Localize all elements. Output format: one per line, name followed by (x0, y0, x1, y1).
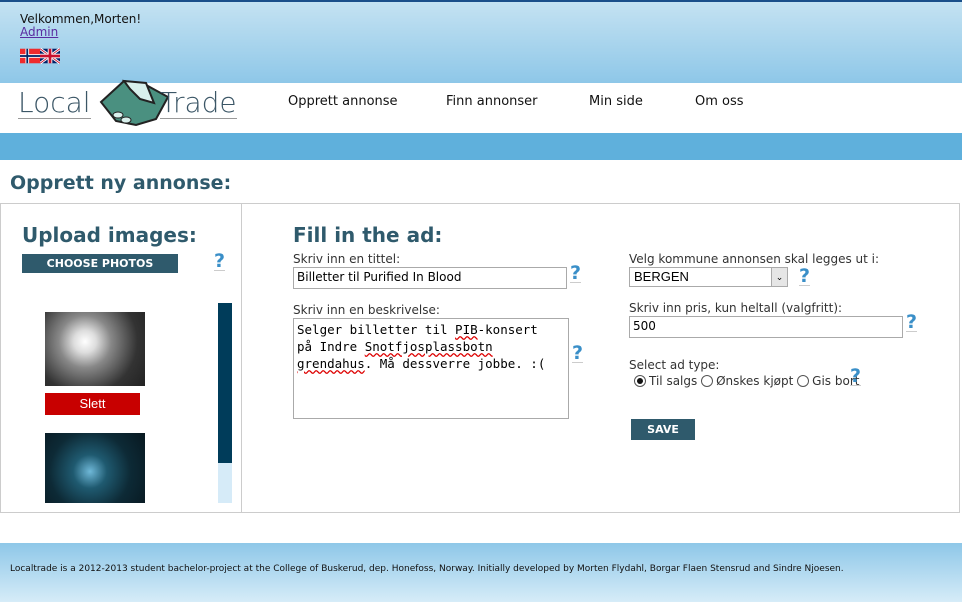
radio-button[interactable] (701, 375, 714, 387)
nav-om-oss[interactable]: Om oss (695, 94, 744, 109)
uploaded-photo-2 (45, 433, 145, 503)
description-textarea[interactable]: Selger billetter til PIB-konsert på Indr… (293, 318, 569, 419)
nav-opprett-annonse[interactable]: Opprett annonse (288, 94, 398, 109)
chevron-down-icon[interactable]: ⌄ (771, 268, 787, 286)
nav-finn-annonser[interactable]: Finn annonser (446, 94, 538, 109)
help-icon[interactable]: ? (214, 252, 226, 271)
desc-text: . Må dessverre jobbe. :( (364, 356, 546, 371)
price-label: Skriv inn pris, kun heltall (valgfritt): (629, 301, 843, 315)
top-banner: Velkommen,Morten! Admin (0, 0, 962, 83)
upload-section: Upload images: CHOOSE PHOTOS ? Slett (1, 204, 242, 512)
title-help-icon[interactable]: ? (570, 264, 582, 283)
kommune-value: BERGEN (634, 269, 689, 284)
ad-panel: Upload images: CHOOSE PHOTOS ? Slett Fil… (0, 203, 960, 513)
title-label: Skriv inn en tittel: (293, 252, 401, 266)
price-input[interactable]: 500 (629, 316, 903, 338)
ad-type-help-icon[interactable]: ? (850, 367, 862, 386)
page-title: Opprett ny annonse: (10, 172, 232, 194)
desc-text: Selger billetter til (297, 322, 456, 337)
delete-photo-button[interactable]: Slett (45, 393, 140, 415)
radio-label: Til salgs (649, 374, 698, 388)
choose-photos-button[interactable]: CHOOSE PHOTOS (22, 254, 178, 273)
radio-button[interactable] (634, 375, 646, 387)
welcome-text: Velkommen,Morten! (20, 12, 142, 26)
scrollbar-thumb[interactable] (218, 303, 232, 463)
desc-text: Snotfjosplassbotn (364, 339, 493, 354)
nav-stripe (0, 133, 962, 160)
description-help-icon[interactable]: ? (572, 344, 584, 363)
description-label: Skriv inn en beskrivelse: (293, 303, 440, 317)
kommune-select[interactable]: BERGEN ⌄ (629, 267, 788, 287)
nav-min-side[interactable]: Min side (589, 94, 643, 109)
title-input[interactable]: Billetter til Purified In Blood (293, 267, 567, 289)
radio-label: Ønskes kjøpt (716, 374, 794, 388)
price-help-icon[interactable]: ? (906, 313, 918, 332)
navbar: Local Trade Opprett annonse Finn annonse… (0, 79, 962, 133)
radio-til-salgs[interactable]: Til salgs (634, 374, 697, 388)
logo-text-trade: Trade (160, 86, 237, 119)
logo[interactable]: Local Trade (18, 79, 237, 133)
uk-flag-icon[interactable] (40, 48, 60, 64)
ad-type-label: Select ad type: (629, 358, 720, 372)
ad-type-radio-group: Til salgs Ønskes kjøpt Gis bort (634, 374, 859, 388)
desc-text: grendahus (297, 356, 365, 371)
upload-title: Upload images: (22, 223, 197, 247)
uploaded-photo-1 (45, 312, 145, 386)
admin-link[interactable]: Admin (20, 25, 58, 39)
kommune-label: Velg kommune annonsen skal legges ut i: (629, 252, 880, 266)
logo-text-local: Local (18, 86, 91, 119)
photo-scrollbar[interactable] (218, 303, 232, 503)
save-button[interactable]: SAVE (631, 419, 695, 440)
footer: Localtrade is a 2012-2013 student bachel… (0, 543, 962, 602)
radio-onskes-kjopt[interactable]: Ønskes kjøpt (701, 374, 793, 388)
desc-text: PIB (455, 322, 478, 337)
norwegian-flag-icon[interactable] (20, 48, 40, 64)
radio-button[interactable] (797, 375, 810, 387)
form-title: Fill in the ad: (293, 223, 443, 247)
kommune-help-icon[interactable]: ? (799, 267, 811, 286)
